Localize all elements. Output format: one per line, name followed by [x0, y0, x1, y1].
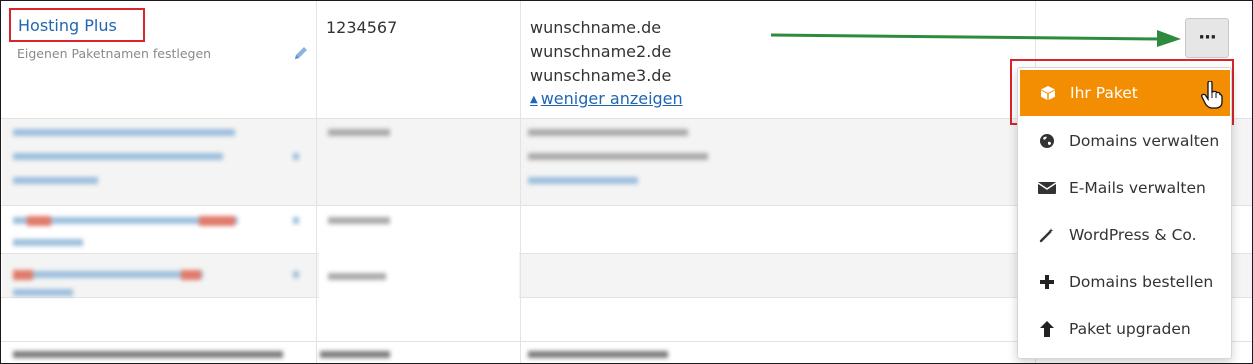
magic-wand-icon	[1037, 225, 1057, 245]
menu-item-label: Domains bestellen	[1069, 273, 1214, 291]
envelope-icon	[1037, 178, 1057, 198]
menu-item-label: WordPress & Co.	[1069, 226, 1197, 244]
blurred-package-number	[326, 213, 396, 233]
blurred-package-info	[11, 125, 311, 205]
menu-item-paket-upgraden[interactable]: Paket upgraden	[1019, 306, 1230, 352]
actions-dropdown-menu: Ihr Paket Domains verwalten E-Mails verw…	[1017, 67, 1232, 359]
package-name-subtitle: Eigenen Paketnamen festlegen	[17, 46, 212, 61]
menu-item-label: Paket upgraden	[1069, 320, 1191, 338]
show-less-label: weniger anzeigen	[540, 89, 683, 108]
menu-item-label: E-Mails verwalten	[1069, 179, 1206, 197]
blurred-domains	[526, 343, 686, 363]
package-table-frame: Hosting Plus Eigenen Paketnamen festlege…	[0, 0, 1253, 364]
globe-icon	[1037, 131, 1057, 151]
cube-icon	[1038, 83, 1058, 103]
blurred-package-number	[326, 269, 396, 289]
blurred-package-number	[326, 125, 396, 145]
menu-item-label: Domains verwalten	[1069, 132, 1220, 150]
column-divider	[520, 1, 521, 363]
menu-item-ihr-paket[interactable]: Ihr Paket	[1020, 70, 1230, 116]
package-number: 1234567	[326, 18, 398, 37]
package-name-highlight: Hosting Plus	[9, 8, 145, 42]
menu-item-domains-verwalten[interactable]: Domains verwalten	[1019, 118, 1230, 164]
blurred-package-info	[11, 263, 311, 303]
package-name-link[interactable]: Hosting Plus	[18, 16, 117, 35]
domain-name: wunschname.de	[530, 18, 662, 37]
blurred-package-number	[316, 343, 406, 363]
show-less-link[interactable]: ▲ weniger anzeigen	[530, 89, 683, 108]
menu-item-emails-verwalten[interactable]: E-Mails verwalten	[1019, 165, 1230, 211]
menu-item-domains-bestellen[interactable]: Domains bestellen	[1019, 259, 1230, 305]
domain-name: wunschname2.de	[530, 42, 672, 61]
blurred-package-info	[11, 343, 311, 363]
arrow-up-icon	[1037, 319, 1057, 339]
column-divider	[316, 1, 317, 363]
blurred-package-info	[11, 209, 311, 253]
domain-name: wunschname3.de	[530, 66, 672, 85]
hand-pointer-cursor-icon	[1201, 81, 1223, 109]
more-actions-button[interactable]: ···	[1185, 18, 1229, 58]
blurred-domains	[526, 125, 726, 195]
caret-up-icon: ▲	[530, 94, 538, 105]
pencil-icon[interactable]	[293, 45, 309, 61]
menu-item-wordpress[interactable]: WordPress & Co.	[1019, 212, 1230, 258]
annotation-arrow	[771, 30, 1181, 47]
plus-icon	[1037, 272, 1057, 292]
menu-item-label: Ihr Paket	[1070, 84, 1138, 102]
